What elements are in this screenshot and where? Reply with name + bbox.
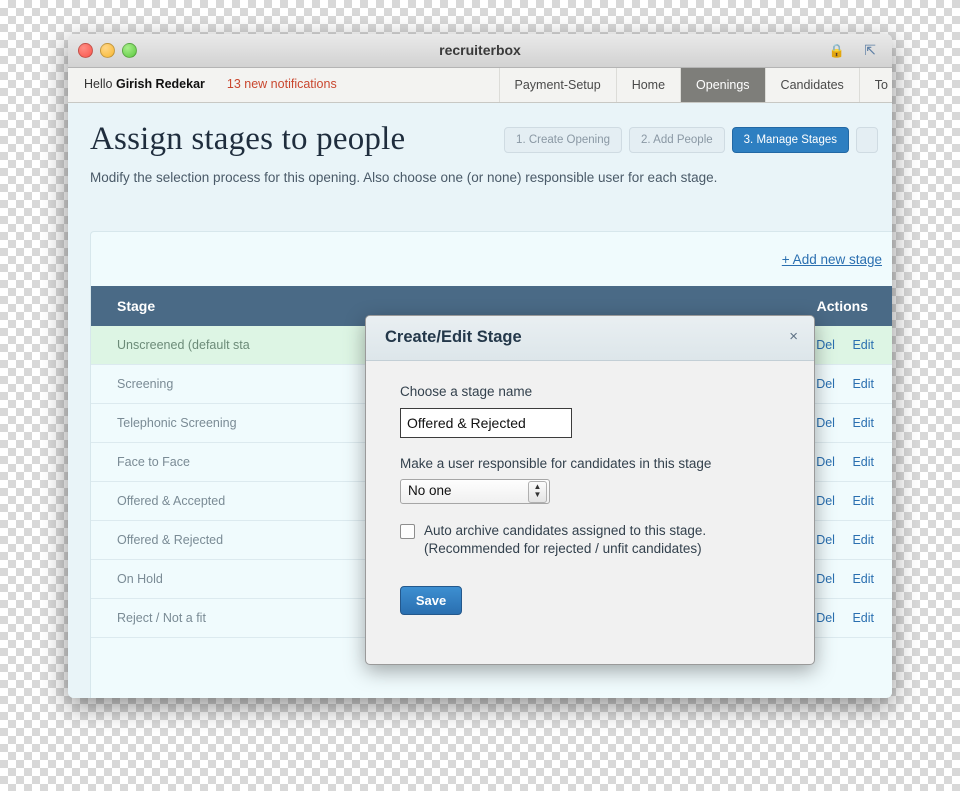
auto-archive-line1: Auto archive candidates assigned to this… bbox=[424, 523, 707, 538]
auto-archive-checkbox[interactable] bbox=[400, 524, 415, 539]
responsible-user-value: No one bbox=[408, 483, 452, 498]
panel-toolbar: + Add new stage bbox=[91, 232, 892, 286]
responsible-user-select[interactable]: No one ▲ ▼ bbox=[400, 479, 550, 504]
edit-stage-link[interactable]: Edit bbox=[838, 338, 874, 352]
dialog-header: Create/Edit Stage × bbox=[366, 316, 814, 361]
page-subtitle: Modify the selection process for this op… bbox=[90, 170, 718, 185]
edit-stage-link[interactable]: Edit bbox=[838, 416, 874, 430]
nav-item-candidates[interactable]: Candidates bbox=[764, 68, 859, 102]
auto-archive-row[interactable]: Auto archive candidates assigned to this… bbox=[400, 522, 814, 558]
dialog-body: Choose a stage name Make a user responsi… bbox=[366, 361, 814, 615]
window-title: recruiterbox bbox=[439, 42, 521, 58]
edit-stage-link[interactable]: Edit bbox=[838, 611, 874, 625]
edit-stage-link[interactable]: Edit bbox=[838, 377, 874, 391]
edit-stage-link[interactable]: Edit bbox=[838, 572, 874, 586]
user-name: Girish Redekar bbox=[115, 77, 205, 91]
stage-name-input[interactable] bbox=[400, 408, 572, 438]
add-new-stage-link[interactable]: + Add new stage bbox=[782, 252, 882, 267]
wizard-steps: 1. Create Opening 2. Add People 3. Manag… bbox=[504, 127, 878, 153]
save-button[interactable]: Save bbox=[400, 586, 462, 615]
responsible-user-label: Make a user responsible for candidates i… bbox=[400, 456, 712, 471]
step-add-people[interactable]: 2. Add People bbox=[629, 127, 725, 153]
edit-stage-link[interactable]: Edit bbox=[838, 455, 874, 469]
nav-item-home[interactable]: Home bbox=[615, 68, 680, 102]
dialog-title: Create/Edit Stage bbox=[385, 328, 522, 346]
nav-items: Payment-Setup Home Openings Candidates T… bbox=[498, 68, 892, 102]
step-create-opening[interactable]: 1. Create Opening bbox=[504, 127, 623, 153]
step-manage-stages[interactable]: 3. Manage Stages bbox=[731, 127, 849, 153]
step-next-partial[interactable] bbox=[856, 127, 878, 153]
fullscreen-icon[interactable]: ⇱ bbox=[864, 42, 876, 59]
auto-archive-label: Auto archive candidates assigned to this… bbox=[424, 522, 706, 558]
greeting-prefix: Hello bbox=[84, 77, 116, 91]
chevron-updown-icon[interactable]: ▲ ▼ bbox=[528, 481, 547, 503]
create-edit-stage-dialog: Create/Edit Stage × Choose a stage name … bbox=[365, 315, 815, 665]
window-titlebar: recruiterbox 🔒 ⇱ bbox=[68, 34, 892, 68]
nav-item-openings[interactable]: Openings bbox=[680, 68, 765, 102]
notifications-link[interactable]: 13 new notifications bbox=[205, 68, 337, 102]
top-navbar: Hello Girish Redekar 13 new notification… bbox=[68, 68, 892, 103]
nav-item-todo[interactable]: To bbox=[858, 68, 892, 102]
greeting-text: Hello Girish Redekar bbox=[68, 68, 205, 102]
browser-window: recruiterbox 🔒 ⇱ Hello Girish Redekar 13… bbox=[68, 34, 892, 698]
page-content: Assign stages to people Modify the selec… bbox=[68, 103, 892, 698]
lock-icon: 🔒 bbox=[828, 43, 845, 58]
close-icon[interactable]: × bbox=[789, 328, 798, 345]
edit-stage-link[interactable]: Edit bbox=[838, 533, 874, 547]
edit-stage-link[interactable]: Edit bbox=[838, 494, 874, 508]
auto-archive-line2: (Recommended for rejected / unfit candid… bbox=[424, 541, 702, 556]
nav-item-payment-setup[interactable]: Payment-Setup bbox=[498, 68, 616, 102]
stage-name-label: Choose a stage name bbox=[400, 384, 533, 399]
page-header: Assign stages to people Modify the selec… bbox=[68, 103, 892, 185]
